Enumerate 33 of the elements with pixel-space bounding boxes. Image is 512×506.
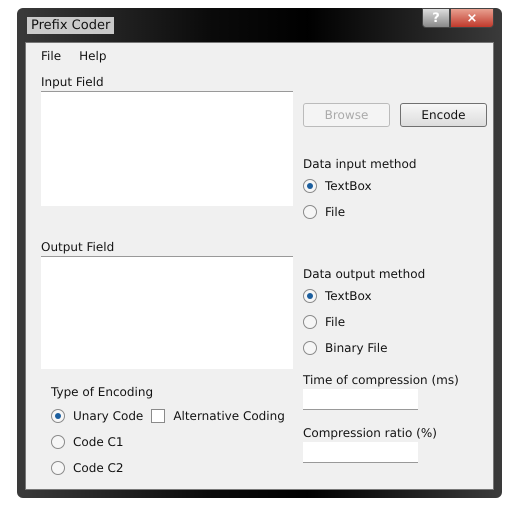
input-field[interactable] <box>41 91 293 206</box>
option-label: File <box>325 205 346 219</box>
checkbox[interactable] <box>151 409 166 423</box>
field-label: Compression ratio (%) <box>303 425 437 442</box>
radio-button[interactable] <box>303 341 317 355</box>
checkbox-label: Alternative Coding <box>173 409 285 423</box>
time-field[interactable] <box>303 389 418 410</box>
encode-button[interactable]: Encode <box>400 103 487 127</box>
radio-button[interactable] <box>303 315 317 329</box>
output-field[interactable] <box>41 256 293 369</box>
option-label: Code C2 <box>73 461 124 475</box>
radio-button[interactable] <box>51 461 65 475</box>
group-label: Data input method <box>303 156 416 173</box>
ratio-field[interactable] <box>303 442 418 463</box>
field-label: Input Field <box>41 74 104 91</box>
option-label: Binary File <box>325 341 388 355</box>
option-label: File <box>325 315 346 329</box>
group-label: Type of Encoding <box>51 384 154 401</box>
window-title: Prefix Coder <box>27 16 114 34</box>
option-label: TextBox <box>325 289 372 303</box>
radio-button[interactable] <box>51 409 65 423</box>
option-label: Unary Code <box>73 409 144 423</box>
field-label: Output Field <box>41 239 114 256</box>
menu-item[interactable]: Help <box>77 49 108 63</box>
group-label: Data output method <box>303 266 426 283</box>
field-label: Time of compression (ms) <box>303 372 459 389</box>
radio-button[interactable] <box>303 205 317 219</box>
menu-item[interactable]: File <box>39 49 64 63</box>
option-label: TextBox <box>325 179 372 193</box>
radio-button[interactable] <box>303 289 317 303</box>
radio-button[interactable] <box>51 435 65 449</box>
radio-button[interactable] <box>303 179 317 193</box>
option-label: Code C1 <box>73 435 124 449</box>
